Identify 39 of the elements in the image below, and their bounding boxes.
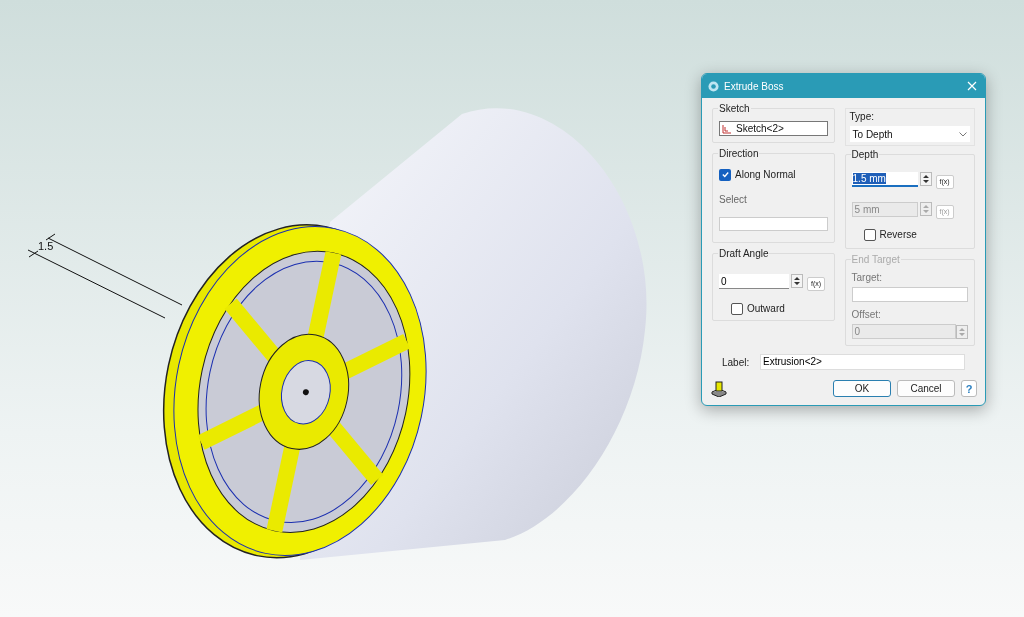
selected-text: 1.5 mm (852, 172, 886, 184)
spin-button[interactable] (791, 274, 803, 288)
checkbox[interactable] (731, 302, 743, 315)
checkbox-label: Reverse (879, 228, 917, 242)
type-label: Type: (849, 110, 875, 124)
up-down-arrows-icon (922, 204, 929, 214)
offset-label: Offset: (851, 308, 882, 322)
group-label: Depth (850, 149, 880, 161)
sketch-icon (722, 123, 732, 134)
close-button[interactable] (965, 79, 979, 93)
cancel-button[interactable]: Cancel (897, 380, 955, 397)
group-label: Direction (718, 148, 760, 160)
up-down-arrows-icon (959, 326, 965, 337)
checkbox-label: Outward (747, 302, 785, 316)
checkbox[interactable] (719, 168, 731, 181)
selection-field[interactable] (719, 217, 828, 231)
app-icon (708, 80, 719, 92)
select-label: Select (719, 193, 748, 207)
target-label: Target: (851, 271, 884, 285)
label-field[interactable]: Extrusion<2> (760, 354, 965, 370)
extrude-icon (710, 380, 728, 397)
checkbox-label: Along Normal (735, 168, 796, 182)
draft-angle-field[interactable]: 0 (719, 273, 789, 289)
sketch-field[interactable]: Sketch<2> (719, 121, 828, 136)
up-down-arrows-icon (922, 174, 929, 184)
group-label: End Target (850, 254, 901, 266)
window-title: Extrude Boss (724, 79, 785, 94)
depth-field[interactable]: 1.5 mm (851, 171, 918, 187)
type-dropdown[interactable]: To Depth (849, 126, 970, 142)
help-button[interactable]: ? (961, 380, 977, 397)
group-label: Sketch (718, 103, 751, 115)
label-caption: Label: (722, 355, 751, 370)
checkbox[interactable] (863, 228, 876, 241)
spin-button[interactable] (919, 172, 932, 186)
up-down-arrows-icon (794, 276, 800, 286)
ok-button[interactable]: OK (833, 380, 891, 397)
chevron-down-icon (959, 131, 967, 137)
dimension-value: 1.5 (38, 240, 54, 252)
group-label: Draft Angle (718, 248, 770, 260)
